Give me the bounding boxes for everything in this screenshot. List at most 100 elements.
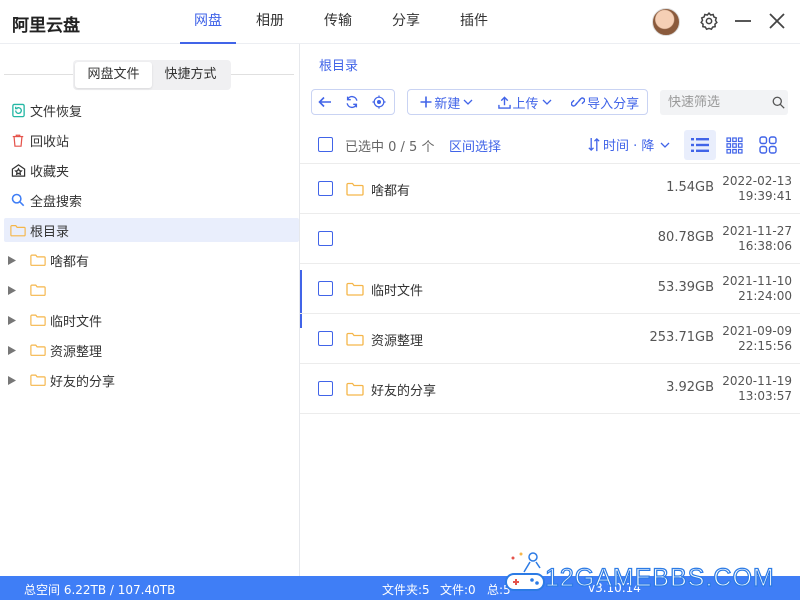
storage-space: 总空间 6.22TB / 107.40TB — [24, 583, 176, 597]
avatar[interactable] — [652, 8, 680, 36]
file-modified: 2021-11-27 16:38:06 — [722, 224, 792, 254]
upload-button[interactable]: 上传 — [488, 90, 564, 114]
nav-button-group — [311, 89, 395, 115]
settings-gear-icon[interactable] — [698, 10, 720, 32]
folder-icon — [346, 282, 364, 296]
folder-icon — [30, 284, 46, 296]
folder-icon — [30, 254, 46, 266]
file-row[interactable]: 临时文件 53.39GB 2021-11-10 21:24:00 — [300, 264, 800, 314]
tree-item[interactable]: 临时文件 — [8, 308, 298, 332]
list-view-icon — [691, 138, 709, 152]
file-time: 16:38:06 — [738, 239, 792, 253]
sidebar-item-full-search[interactable]: 全盘搜索 — [4, 188, 299, 212]
sort-button[interactable]: 时间 · 降 — [587, 135, 670, 154]
import-share-button[interactable]: 导入分享 — [563, 90, 647, 114]
tree-item[interactable] — [8, 278, 298, 302]
quick-filter-input[interactable] — [668, 95, 768, 110]
search-icon[interactable] — [772, 96, 785, 109]
file-row[interactable]: 资源整理 253.71GB 2021-09-09 22:15:56 — [300, 314, 800, 364]
expand-arrow-icon[interactable] — [8, 345, 18, 355]
chevron-down-icon — [542, 99, 551, 105]
sidebar-item-label: 全盘搜索 — [30, 194, 83, 210]
expand-arrow-icon[interactable] — [8, 285, 18, 295]
tab-share[interactable]: 分享 — [372, 0, 440, 44]
main-nav: 网盘 相册 传输 分享 插件 — [180, 0, 508, 44]
new-button-label: 新建 — [434, 96, 461, 112]
folder-icon — [346, 332, 364, 346]
back-arrow-icon[interactable] — [312, 90, 339, 114]
sidebar-item-recycle-bin[interactable]: 回收站 — [4, 128, 299, 152]
row-checkbox[interactable] — [318, 231, 333, 246]
file-size: 53.39GB — [657, 280, 714, 295]
trash-icon — [10, 132, 26, 148]
sidebar-item-label: 根目录 — [30, 224, 70, 240]
plus-icon — [420, 96, 432, 108]
segment-shortcuts[interactable]: 快捷方式 — [152, 62, 229, 88]
tree-item[interactable]: 好友的分享 — [8, 368, 298, 392]
chevron-down-icon — [660, 142, 670, 148]
tree-item-label: 临时文件 — [50, 314, 103, 330]
folder-icon — [346, 182, 364, 196]
sidebar-item-label: 回收站 — [30, 134, 70, 150]
file-row[interactable]: 好友的分享 3.92GB 2020-11-19 13:03:57 — [300, 364, 800, 414]
tree-item[interactable]: 资源整理 — [8, 338, 298, 362]
sidebar-item-label: 文件恢复 — [30, 104, 83, 120]
sidebar-item-favorites[interactable]: 收藏夹 — [4, 158, 299, 182]
sidebar: 网盘文件 快捷方式 文件恢复 回收站 收藏夹 全盘搜索 根目录 啥都有 临时文件… — [0, 44, 300, 576]
action-button-group: 新建 上传 导入分享 — [407, 89, 648, 115]
file-name: 资源整理 — [371, 334, 424, 349]
file-count: 文件:0 — [440, 583, 476, 597]
minimize-icon[interactable] — [732, 10, 754, 32]
import-share-label: 导入分享 — [587, 96, 640, 112]
row-checkbox[interactable] — [318, 381, 333, 396]
folder-icon — [10, 222, 26, 238]
tab-transfer[interactable]: 传输 — [304, 0, 372, 44]
folder-icon — [346, 382, 364, 396]
expand-arrow-icon[interactable] — [8, 375, 18, 385]
row-checkbox[interactable] — [318, 331, 333, 346]
file-name: 好友的分享 — [371, 384, 437, 399]
file-row[interactable]: 80.78GB 2021-11-27 16:38:06 — [300, 214, 800, 264]
range-select-link[interactable]: 区间选择 — [449, 136, 501, 155]
chevron-down-icon — [463, 99, 473, 105]
tab-plugins[interactable]: 插件 — [440, 0, 508, 44]
select-all-checkbox[interactable] — [318, 137, 333, 152]
tab-netdisk[interactable]: 网盘 — [180, 0, 236, 44]
file-size: 253.71GB — [649, 330, 714, 345]
grid-view-icon — [725, 136, 743, 154]
list-header: 已选中 0 / 5 个 区间选择 时间 · 降 — [300, 130, 800, 164]
file-modified: 2021-09-09 22:15:56 — [722, 324, 792, 354]
expand-arrow-icon[interactable] — [8, 315, 18, 325]
refresh-icon[interactable] — [339, 90, 366, 114]
folder-count: 文件夹:5 — [382, 583, 430, 597]
file-modified: 2020-11-19 13:03:57 — [722, 374, 792, 404]
file-row[interactable]: 啥都有 1.54GB 2022-02-13 19:39:41 — [300, 164, 800, 214]
folder-icon — [30, 344, 46, 356]
segment-netdisk-files[interactable]: 网盘文件 — [75, 62, 152, 88]
breadcrumb[interactable]: 根目录 — [319, 55, 358, 74]
file-modified: 2021-11-10 21:24:00 — [722, 274, 792, 304]
tree-item-label: 啥都有 — [50, 254, 90, 270]
row-checkbox[interactable] — [318, 181, 333, 196]
list-view-button[interactable] — [684, 130, 716, 160]
close-icon[interactable] — [766, 10, 788, 32]
new-button[interactable]: 新建 — [408, 90, 488, 114]
locate-icon[interactable] — [367, 90, 394, 114]
sidebar-item-file-restore[interactable]: 文件恢复 — [4, 98, 299, 122]
file-time: 13:03:57 — [738, 389, 792, 403]
watermark-text: 12GAMEBBS.COM — [544, 563, 775, 592]
folder-icon — [30, 374, 46, 386]
row-checkbox[interactable] — [318, 281, 333, 296]
large-icon-view-button[interactable] — [752, 130, 784, 160]
file-restore-icon — [10, 102, 26, 118]
tree-item[interactable]: 啥都有 — [8, 248, 298, 272]
file-name: 啥都有 — [371, 184, 411, 199]
tab-album[interactable]: 相册 — [236, 0, 304, 44]
expand-arrow-icon[interactable] — [8, 255, 18, 265]
sidebar-item-root[interactable]: 根目录 — [4, 218, 299, 242]
file-time: 22:15:56 — [738, 339, 792, 353]
folder-icon — [30, 314, 46, 326]
sort-label: 时间 · 降 — [603, 139, 655, 154]
grid-view-button[interactable] — [718, 130, 750, 160]
file-size: 80.78GB — [657, 230, 714, 245]
